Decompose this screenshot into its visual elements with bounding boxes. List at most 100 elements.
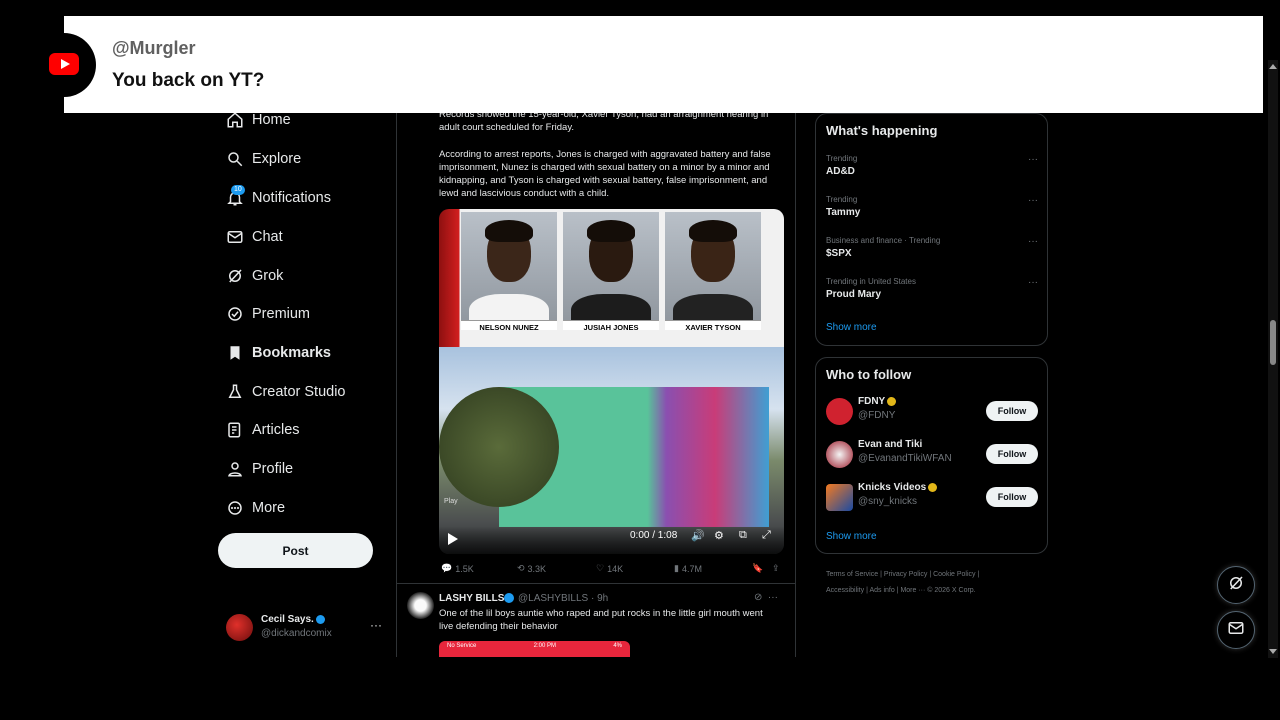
mugshot: XAVIER TYSON [665,212,761,330]
more-circle-icon [218,499,252,517]
nav-item-creator-studio[interactable]: Creator Studio [218,377,393,407]
nav-label: Premium [252,306,311,322]
show-more-link[interactable]: Show more [826,531,877,542]
reply-button[interactable]: 💬 1.5K [441,563,474,574]
grok-icon [1227,574,1245,597]
nav-item-explore[interactable]: Explore [218,144,393,174]
trend-item[interactable]: Trending AD&D ··· [826,154,1038,177]
repost-icon: ⟲ [517,563,525,573]
scroll-up-arrow[interactable] [1269,64,1277,69]
follow-button[interactable]: Follow [986,444,1038,464]
suggestion-name: Knicks Videos [858,482,938,493]
nav-item-more[interactable]: More [218,493,393,523]
nav-label: Creator Studio [252,384,346,400]
premium-icon [218,305,252,323]
follow-suggestion[interactable]: Knicks Videos @sny_knicks Follow [826,482,1038,514]
footer-line[interactable]: Terms of Service | Privacy Policy | Cook… [826,567,1056,583]
bookmark-button[interactable]: 🔖 [752,563,763,574]
follow-button[interactable]: Follow [986,487,1038,507]
phone-status-left: No Service [447,643,477,649]
follow-button[interactable]: Follow [986,401,1038,421]
nav-item-articles[interactable]: Articles [218,415,393,445]
repost-count: 3.3K [527,563,547,574]
reply-count: 1.5K [455,563,474,574]
account-name: Cecil Says. [261,614,325,625]
mail-icon [218,228,252,246]
show-more-link[interactable]: Show more [826,322,877,333]
mugshot-image[interactable]: NELSON NUNEZ JUSIAH JONES XAVIER TYSON [439,209,784,349]
video-player[interactable] [439,347,784,554]
post-button[interactable]: Post [218,533,373,568]
trending-title: What's happening [826,123,938,138]
mugshot-label: NELSON NUNEZ [461,320,557,330]
nav-item-chat[interactable]: Chat [218,222,393,252]
tweet-author-handle[interactable]: @LASHYBILLS · 9h [518,593,608,604]
share-button[interactable]: ⇪ [772,563,780,574]
bookmark-icon: 🔖 [752,563,764,573]
mugshot: NELSON NUNEZ [461,212,557,330]
like-button[interactable]: ♡ 14K [596,563,623,574]
more-icon[interactable]: ··· [1028,277,1038,288]
verified-icon [928,482,938,492]
more-icon[interactable]: ··· [1028,154,1038,165]
youtube-icon [49,53,79,75]
settings-icon[interactable]: ⚙ [714,529,724,542]
trend-item[interactable]: Trending Tammy ··· [826,195,1038,218]
phone-status-time: 2:00 PM [533,643,557,649]
follow-suggestion[interactable]: FDNY @FDNY Follow [826,396,1038,428]
trend-name: $SPX [826,248,852,259]
nav-item-notifications[interactable]: 10 Notifications [218,183,393,213]
nav-label: Home [252,112,291,128]
person-icon [218,460,252,478]
nav-item-bookmarks[interactable]: Bookmarks [218,338,393,368]
tweet-image[interactable]: No Service 2:00 PM 4% [439,641,630,657]
nav-label: Chat [252,229,283,245]
more-icon[interactable]: ··· [1028,236,1038,247]
nav-label: Articles [252,422,300,438]
grok-and-more-icons[interactable]: ⊘ ··· [754,592,778,603]
pip-icon[interactable]: ⧉ [739,529,747,542]
trending-card: What's happening Trending AD&D ··· Trend… [815,113,1048,346]
nav-label: More [252,500,286,516]
messages-float-button[interactable] [1217,611,1255,649]
more-icon[interactable]: ··· [1028,195,1038,206]
phone-status-bar: No Service 2:00 PM 4% [439,641,630,651]
footer-line[interactable]: Accessibility | Ads info | More ··· © 20… [826,583,1056,599]
nav-item-grok[interactable]: Grok [218,261,393,291]
volume-icon[interactable]: 🔊 [691,529,705,542]
verified-icon [504,593,514,603]
account-switcher[interactable]: Cecil Says. @dickandcomix ··· [226,612,386,646]
suggestion-handle: @sny_knicks [858,496,918,507]
nav-item-premium[interactable]: Premium [218,299,393,329]
chart-icon: ▮ [674,563,679,573]
tweet-divider [397,583,795,584]
footer-links[interactable]: Terms of Service | Privacy Policy | Cook… [826,567,1056,599]
suggestion-handle: @FDNY [858,410,896,421]
repost-button[interactable]: ⟲ 3.3K [517,563,546,574]
trend-item[interactable]: Trending in United States Proud Mary ··· [826,277,1038,300]
video-controls-bar [439,526,784,554]
reply-icon: 💬 [441,563,453,573]
follow-suggestion[interactable]: Evan and Tiki @EvanandTikiWFAN Follow [826,439,1038,471]
column-divider [396,105,397,657]
scrollbar-thumb[interactable] [1270,320,1276,365]
fullscreen-icon[interactable]: ⤢ [762,529,771,542]
nav-item-profile[interactable]: Profile [218,454,393,484]
scroll-down-arrow[interactable] [1269,649,1277,654]
like-count: 14K [607,563,624,574]
home-icon [218,111,252,129]
trend-meta: Trending [826,195,858,204]
heart-icon: ♡ [596,563,605,573]
avatar [826,398,853,425]
play-icon[interactable] [448,533,458,545]
mail-icon [1227,619,1245,642]
grok-icon [218,267,252,285]
notification-count-badge: 10 [231,185,245,195]
avatar[interactable] [407,592,434,619]
more-icon[interactable]: ··· [370,618,382,632]
views-button[interactable]: ▮ 4.7M [674,563,702,574]
tweet-author-name[interactable]: LASHY BILLS [439,593,504,604]
nav-label: Explore [252,151,302,167]
trend-item[interactable]: Business and finance · Trending $SPX ··· [826,236,1038,259]
grok-float-button[interactable] [1217,566,1255,604]
